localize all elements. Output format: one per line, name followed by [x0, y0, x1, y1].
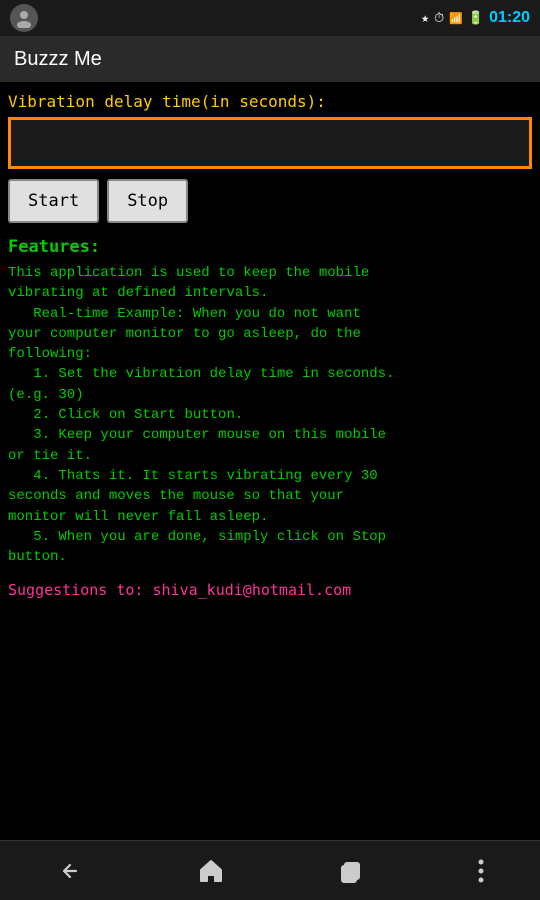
- features-text: This application is used to keep the mob…: [8, 263, 532, 567]
- status-bar: ★ ⏱ 📶 🔋 01:20: [0, 0, 540, 36]
- bluetooth-icon: ★: [421, 11, 429, 26]
- stop-button[interactable]: Stop: [107, 179, 188, 223]
- alarm-icon: ⏱: [434, 11, 444, 26]
- main-content: Vibration delay time(in seconds): Start …: [0, 82, 540, 840]
- bottom-nav: [0, 840, 540, 900]
- status-left: [10, 4, 38, 32]
- status-icons: ★ ⏱ 📶 🔋 01:20: [421, 9, 530, 27]
- delay-input[interactable]: [8, 117, 532, 169]
- back-button[interactable]: [40, 849, 100, 893]
- features-header: Features:: [8, 237, 532, 257]
- buttons-row: Start Stop: [8, 179, 532, 223]
- battery-icon: 🔋: [468, 11, 484, 26]
- start-button[interactable]: Start: [8, 179, 99, 223]
- recent-apps-button[interactable]: [321, 849, 381, 893]
- status-time: 01:20: [489, 9, 530, 27]
- vibration-label: Vibration delay time(in seconds):: [8, 92, 532, 111]
- menu-button[interactable]: [462, 851, 500, 891]
- home-button[interactable]: [181, 849, 241, 893]
- signal-icon: 📶: [449, 12, 463, 25]
- app-title: Buzzz Me: [14, 48, 102, 71]
- avatar-icon: [10, 4, 38, 32]
- title-bar: Buzzz Me: [0, 36, 540, 82]
- suggestions-text: Suggestions to: shiva_kudi@hotmail.com: [8, 581, 532, 599]
